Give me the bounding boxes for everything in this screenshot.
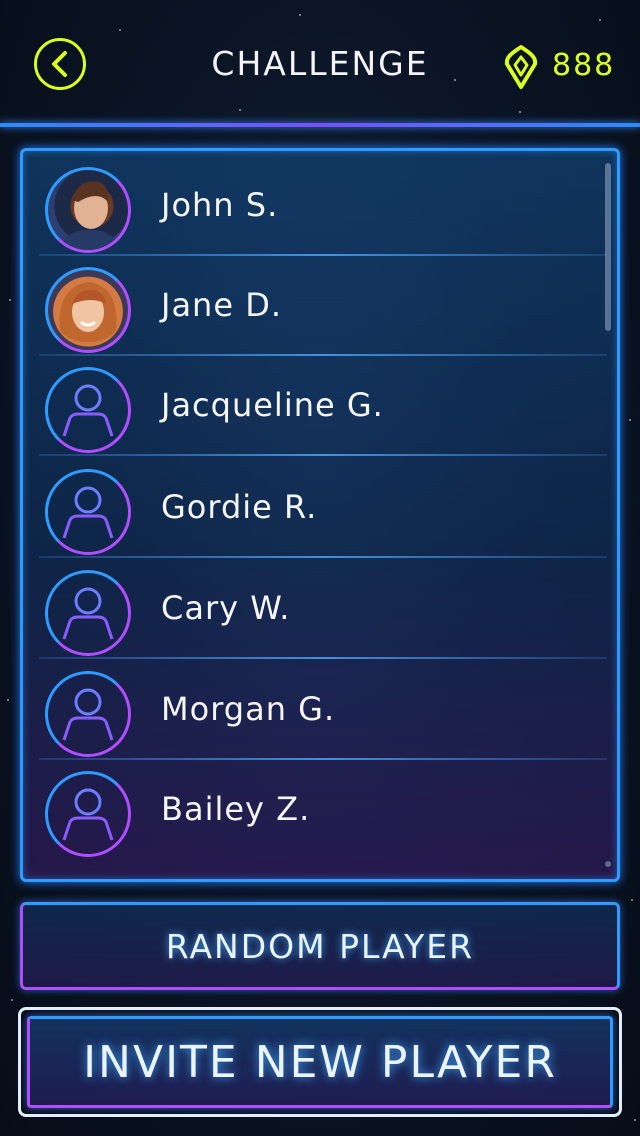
list-item[interactable]: Morgan G. <box>23 660 617 760</box>
row-divider <box>39 556 607 558</box>
photo-avatar <box>58 181 122 250</box>
avatar <box>45 469 131 555</box>
user-icon <box>62 486 114 539</box>
player-name: Gordie R. <box>161 488 318 526</box>
gem-count: 888 <box>552 48 616 83</box>
user-icon <box>62 688 114 741</box>
photo-avatar <box>59 282 117 342</box>
row-divider <box>39 454 607 456</box>
list-item[interactable]: Bailey Z. <box>23 760 617 860</box>
avatar <box>45 570 131 656</box>
list-item[interactable]: John S. <box>23 156 617 256</box>
header-divider <box>0 123 640 127</box>
user-icon <box>62 587 114 640</box>
avatar <box>45 671 131 757</box>
scrollbar[interactable] <box>605 163 611 331</box>
user-icon <box>62 384 114 437</box>
random-player-button[interactable]: RANDOM PLAYER <box>20 902 620 990</box>
player-name: John S. <box>161 186 279 224</box>
gem-icon <box>504 45 538 89</box>
player-name: Cary W. <box>161 589 291 627</box>
player-name: Bailey Z. <box>161 790 311 828</box>
user-icon <box>62 788 114 841</box>
page-title: CHALLENGE <box>211 44 429 83</box>
avatar <box>45 771 131 857</box>
avatar <box>45 367 131 453</box>
avatar <box>45 167 131 253</box>
list-item[interactable]: Gordie R. <box>23 458 617 558</box>
player-name: Jacqueline G. <box>161 386 384 424</box>
invite-button-frame: INVITE NEW PLAYER <box>18 1007 622 1117</box>
list-item[interactable]: Jane D. <box>23 256 617 356</box>
list-item[interactable]: Cary W. <box>23 559 617 659</box>
top-bar: CHALLENGE 888 <box>0 0 640 127</box>
scroll-end-marker <box>605 861 611 867</box>
row-divider <box>39 657 607 659</box>
avatar <box>45 267 131 353</box>
player-name: Morgan G. <box>161 690 336 728</box>
player-list[interactable]: John S. Jane D. Jacqueline G. Gordie R. … <box>20 148 620 882</box>
player-name: Jane D. <box>161 286 282 324</box>
invite-new-player-button[interactable]: INVITE NEW PLAYER <box>27 1016 613 1108</box>
list-item[interactable]: Jacqueline G. <box>23 356 617 456</box>
